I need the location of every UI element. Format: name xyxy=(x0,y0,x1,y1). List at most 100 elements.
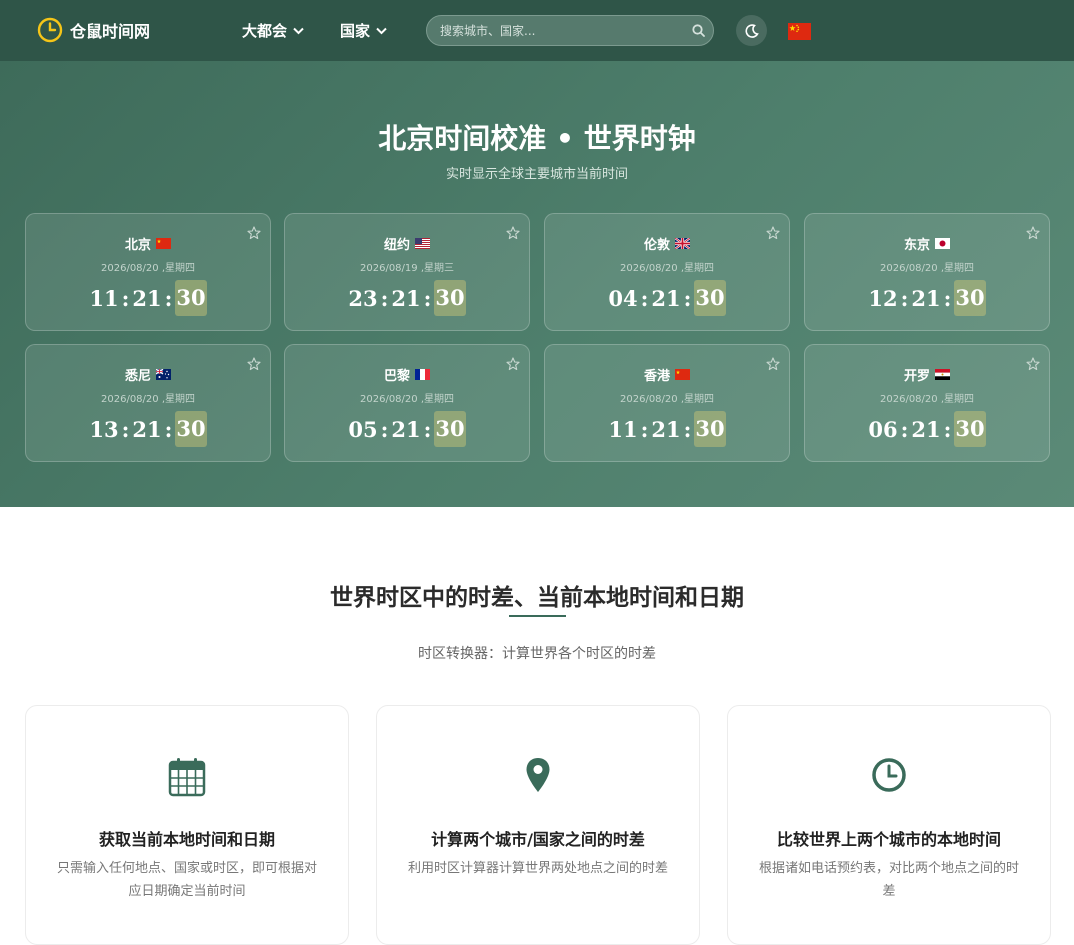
favorite-star-icon[interactable] xyxy=(506,357,520,375)
feature-description: 利用时区计算器计算世界两处地点之间的时差 xyxy=(407,861,668,876)
nav-menu-metropolis-label: 大都会 xyxy=(242,22,288,40)
clock-city: 香港 xyxy=(545,365,789,384)
clock-colon: : xyxy=(683,416,692,442)
flag-us-icon xyxy=(415,238,430,249)
clock-card[interactable]: 纽约 2026/08/19 ,星期三 23:21:30 xyxy=(284,213,530,331)
clock-seconds: 30 xyxy=(954,411,986,447)
favorite-star-icon[interactable] xyxy=(1026,357,1040,375)
favorite-star-icon[interactable] xyxy=(1026,226,1040,244)
section-divider xyxy=(509,615,566,617)
feature-card-local-time[interactable]: 获取当前本地时间和日期 只需输入任何地点、国家或时区，即可根据对应日期确定当前时… xyxy=(25,705,349,945)
flag-cn-icon xyxy=(156,238,171,249)
clock-colon: : xyxy=(164,285,173,311)
chevron-down-icon xyxy=(376,27,387,34)
feature-card-compare-time[interactable]: 比较世界上两个城市的本地时间 根据诸如电话预约表，对比两个地点之间的时差 xyxy=(727,705,1051,945)
clock-city-name: 巴黎 xyxy=(383,369,410,384)
clock-seconds: 30 xyxy=(175,411,207,447)
clock-card[interactable]: 开罗 2026/08/20 ,星期四 06:21:30 xyxy=(804,344,1050,462)
flag-jp-icon xyxy=(935,238,950,249)
favorite-star-icon[interactable] xyxy=(766,226,780,244)
clock-colon: : xyxy=(164,416,173,442)
feature-title: 获取当前本地时间和日期 xyxy=(98,830,275,849)
clock-city: 巴黎 xyxy=(285,365,529,384)
map-pin-icon xyxy=(377,757,699,793)
clock-date: 2026/08/20 ,星期四 xyxy=(101,394,195,405)
chevron-down-icon xyxy=(293,27,304,34)
clock-colon: : xyxy=(423,416,432,442)
flag-eg-icon xyxy=(935,369,950,380)
feature-description: 根据诸如电话预约表，对比两个地点之间的时差 xyxy=(758,861,1019,899)
clock-city: 纽约 xyxy=(285,234,529,253)
feature-card-time-difference[interactable]: 计算两个城市/国家之间的时差 利用时区计算器计算世界两处地点之间的时差 xyxy=(376,705,700,945)
clock-seconds: 30 xyxy=(434,411,466,447)
clock-date: 2026/08/20 ,星期四 xyxy=(880,394,974,405)
search-input[interactable] xyxy=(427,23,683,38)
clock-minutes: 21 xyxy=(911,285,941,311)
clock-hours: 11 xyxy=(89,285,119,311)
clock-city: 北京 xyxy=(26,234,270,253)
clock-hours: 13 xyxy=(89,416,119,442)
clock-minutes: 21 xyxy=(391,416,421,442)
clock-city: 悉尼 xyxy=(26,365,270,384)
clock-seconds: 30 xyxy=(175,280,207,316)
clock-card[interactable]: 北京 2026/08/20 ,星期四 11:21:30 xyxy=(25,213,271,331)
hero-section: 北京时间校准 • 世界时钟 实时显示全球主要城市当前时间 北京 2026/08/2… xyxy=(0,61,1074,507)
clock-time: 04:21:30 xyxy=(545,280,789,316)
clock-card[interactable]: 香港 2026/08/20 ,星期四 11:21:30 xyxy=(544,344,790,462)
feature-title: 计算两个城市/国家之间的时差 xyxy=(431,830,645,849)
clock-date: 2026/08/20 ,星期四 xyxy=(101,263,195,274)
flag-fr-icon xyxy=(415,369,430,380)
clock-icon xyxy=(728,757,1050,793)
clock-city-name: 纽约 xyxy=(383,238,410,253)
hero-title: 北京时间校准 • 世界时钟 xyxy=(378,122,696,155)
clock-colon: : xyxy=(900,416,909,442)
clock-seconds: 30 xyxy=(694,280,726,316)
clock-city: 东京 xyxy=(805,234,1049,253)
flag-gb-icon xyxy=(675,238,690,249)
section-title: 世界时区中的时差、当前本地时间和日期 xyxy=(330,585,744,611)
clock-minutes: 21 xyxy=(651,416,681,442)
clock-colon: : xyxy=(121,285,130,311)
clock-time: 11:21:30 xyxy=(545,411,789,447)
clock-city-name: 北京 xyxy=(124,238,151,253)
dark-mode-toggle[interactable] xyxy=(736,15,767,46)
clock-minutes: 21 xyxy=(911,416,941,442)
clock-colon: : xyxy=(900,285,909,311)
clock-card[interactable]: 伦敦 2026/08/20 ,星期四 04:21:30 xyxy=(544,213,790,331)
clock-time: 23:21:30 xyxy=(285,280,529,316)
clock-minutes: 21 xyxy=(132,416,162,442)
favorite-star-icon[interactable] xyxy=(247,357,261,375)
favorite-star-icon[interactable] xyxy=(506,226,520,244)
clock-hours: 23 xyxy=(348,285,378,311)
clock-city-name: 东京 xyxy=(903,238,930,253)
search-box xyxy=(426,15,714,46)
search-icon[interactable] xyxy=(683,24,713,37)
flag-au-icon xyxy=(156,369,171,380)
clock-date: 2026/08/20 ,星期四 xyxy=(880,263,974,274)
clock-card[interactable]: 悉尼 2026/08/20 ,星期四 13:21:30 xyxy=(25,344,271,462)
clock-colon: : xyxy=(683,285,692,311)
clock-seconds: 30 xyxy=(434,280,466,316)
clock-colon: : xyxy=(943,416,952,442)
clock-time: 05:21:30 xyxy=(285,411,529,447)
clock-minutes: 21 xyxy=(651,285,681,311)
clock-time: 12:21:30 xyxy=(805,280,1049,316)
clock-hours: 04 xyxy=(608,285,638,311)
nav-menu-country[interactable]: 国家 xyxy=(340,20,387,41)
clock-time: 13:21:30 xyxy=(26,411,270,447)
language-switch[interactable] xyxy=(788,21,811,40)
clock-seconds: 30 xyxy=(694,411,726,447)
clock-colon: : xyxy=(640,416,649,442)
nav-menu-metropolis[interactable]: 大都会 xyxy=(242,20,304,41)
brand-logo[interactable]: 仓鼠时间网 xyxy=(37,17,150,43)
clock-seconds: 30 xyxy=(954,280,986,316)
clock-colon: : xyxy=(380,285,389,311)
clock-card[interactable]: 巴黎 2026/08/20 ,星期四 05:21:30 xyxy=(284,344,530,462)
top-navbar: 仓鼠时间网 大都会 国家 xyxy=(0,0,1074,61)
favorite-star-icon[interactable] xyxy=(247,226,261,244)
brand-name: 仓鼠时间网 xyxy=(70,22,151,41)
clock-city-name: 香港 xyxy=(643,369,670,384)
clock-date: 2026/08/20 ,星期四 xyxy=(620,263,714,274)
clock-card[interactable]: 东京 2026/08/20 ,星期四 12:21:30 xyxy=(804,213,1050,331)
favorite-star-icon[interactable] xyxy=(766,357,780,375)
